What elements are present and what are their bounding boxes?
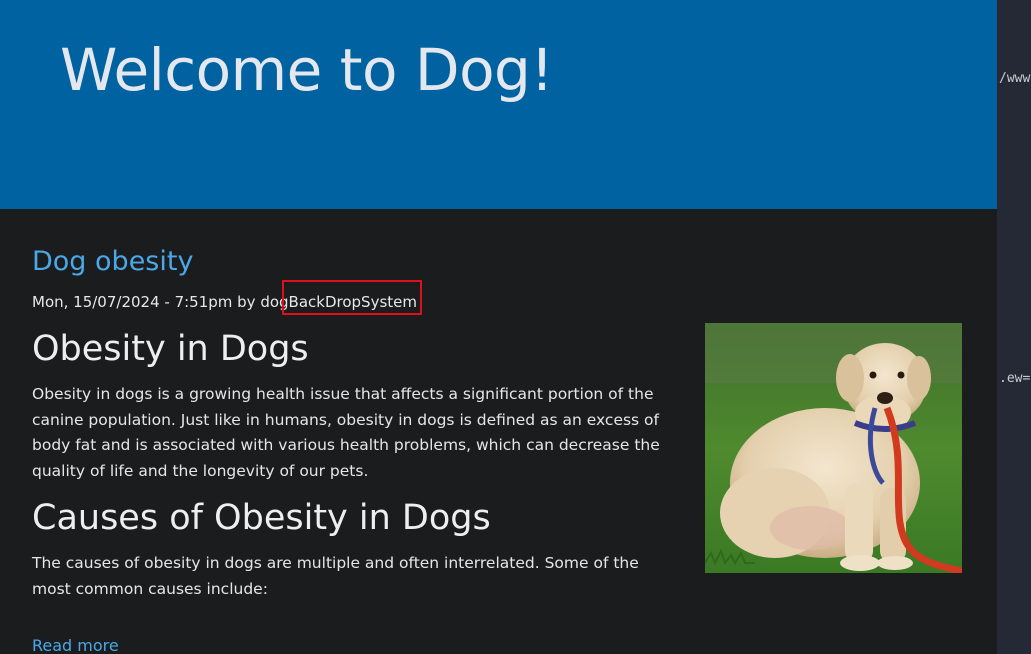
- browser-viewport: Welcome to Dog! Dog obesity Mon, 15/07/2…: [0, 0, 997, 654]
- heading-causes: Causes of Obesity in Dogs: [32, 498, 491, 538]
- paragraph-intro: Obesity in dogs is a growing health issu…: [32, 385, 660, 480]
- article-title-link[interactable]: Dog obesity: [32, 244, 193, 280]
- terminal-line: .ew=: [999, 371, 1031, 386]
- paragraph-causes: The causes of obesity in dogs are multip…: [32, 554, 639, 598]
- submitted-date: Mon, 15/07/2024 - 7:51pm by dog: [32, 293, 289, 311]
- screen: Welcome to Dog! Dog obesity Mon, 15/07/2…: [0, 0, 1031, 654]
- site-title[interactable]: Welcome to Dog!: [60, 30, 554, 110]
- read-more-link[interactable]: Read more: [32, 634, 119, 654]
- terminal-panel[interactable]: /www .ew=: [997, 0, 1031, 654]
- author-highlight-box: [282, 280, 422, 315]
- heading-obesity-in-dogs: Obesity in Dogs: [32, 329, 309, 369]
- dog-photo: [705, 323, 962, 573]
- site-header: Welcome to Dog!: [0, 0, 997, 209]
- terminal-line: /www: [999, 71, 1031, 86]
